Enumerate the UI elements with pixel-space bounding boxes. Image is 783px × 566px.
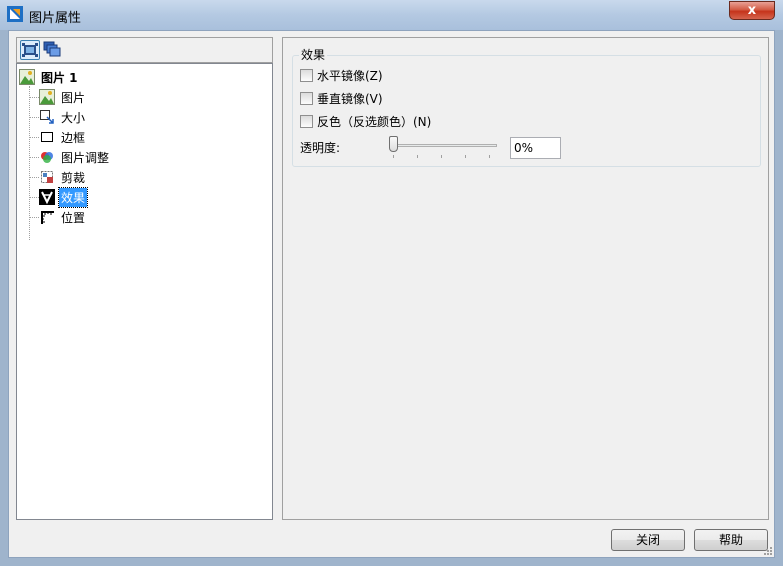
property-tree: 图片 1 图片 大小 边框 图片调整 剪裁 效果 位置 xyxy=(16,63,273,520)
tree-root-label: 图片 1 xyxy=(41,70,78,85)
resize-icon xyxy=(40,110,54,124)
effects-panel: 效果 水平镜像(Z) 垂直镜像(V) 反色（反选颜色）(N) 透明度: 0% xyxy=(282,37,769,520)
horizontal-mirror-label: 水平镜像(Z) xyxy=(317,68,383,83)
picture-icon xyxy=(19,69,35,85)
close-button[interactable]: 关闭 xyxy=(611,529,685,551)
tree-item-label: 剪裁 xyxy=(61,170,86,185)
tree-item-crop[interactable]: 剪裁 xyxy=(29,168,87,186)
dialog-window: 图片属性 x 图片 1 图片 大小 边框 图片调整 剪裁 效果 位置 效果 水平… xyxy=(0,0,783,566)
tree-toolbar xyxy=(16,37,273,63)
layers-icon xyxy=(43,41,61,57)
tree-item-position[interactable]: 位置 xyxy=(29,208,87,226)
checkbox-box[interactable] xyxy=(300,114,313,128)
border-icon xyxy=(41,132,53,142)
help-button[interactable]: 帮助 xyxy=(694,529,768,551)
tree-item-border[interactable]: 边框 xyxy=(29,128,87,146)
vertical-mirror-label: 垂直镜像(V) xyxy=(317,91,383,106)
close-icon: x xyxy=(747,3,757,18)
resize-grip-icon[interactable] xyxy=(763,546,773,556)
horizontal-mirror-checkbox[interactable]: 水平镜像(Z) xyxy=(300,67,383,83)
checkbox-box[interactable] xyxy=(300,68,313,82)
title-bar[interactable]: 图片属性 x xyxy=(0,0,783,30)
picture-icon xyxy=(39,89,55,105)
effects-icon xyxy=(39,189,55,205)
tree-item-label: 边框 xyxy=(61,130,86,145)
picture-frame-view-button[interactable] xyxy=(20,40,40,60)
effects-group-title: 效果 xyxy=(299,46,328,63)
tree-item-size[interactable]: 大小 xyxy=(29,108,87,126)
tree-item-label: 大小 xyxy=(61,110,86,125)
dialog-body: 图片 1 图片 大小 边框 图片调整 剪裁 效果 位置 效果 水平镜像(Z) 垂… xyxy=(8,30,775,558)
position-icon xyxy=(41,211,54,224)
tree-root-item[interactable]: 图片 1 xyxy=(19,68,78,86)
window-title: 图片属性 xyxy=(29,11,82,26)
slider-thumb[interactable] xyxy=(389,136,398,152)
slider-track xyxy=(389,144,497,147)
tree-item-label: 位置 xyxy=(61,210,86,225)
app-icon xyxy=(7,6,23,22)
invert-color-label: 反色（反选颜色）(N) xyxy=(317,114,432,129)
transparency-input[interactable]: 0% xyxy=(510,137,561,159)
transparency-slider[interactable] xyxy=(389,133,501,163)
vertical-mirror-checkbox[interactable]: 垂直镜像(V) xyxy=(300,90,383,106)
transparency-label: 透明度: xyxy=(300,141,341,155)
invert-color-checkbox[interactable]: 反色（反选颜色）(N) xyxy=(300,113,431,129)
crop-icon xyxy=(41,171,53,183)
color-adjust-icon xyxy=(41,152,53,163)
window-close-button[interactable]: x xyxy=(729,1,775,20)
picture-frame-icon xyxy=(22,43,38,57)
tree-item-effects[interactable]: 效果 xyxy=(29,186,89,208)
tree-item-adjust[interactable]: 图片调整 xyxy=(29,148,111,166)
tree-item-label: 效果 xyxy=(57,186,89,208)
tree-item-label: 图片调整 xyxy=(61,150,110,165)
tree-item-picture[interactable]: 图片 xyxy=(29,88,87,106)
checkbox-box[interactable] xyxy=(300,91,313,105)
tree-item-label: 图片 xyxy=(61,90,86,105)
layers-view-button[interactable] xyxy=(43,40,63,60)
